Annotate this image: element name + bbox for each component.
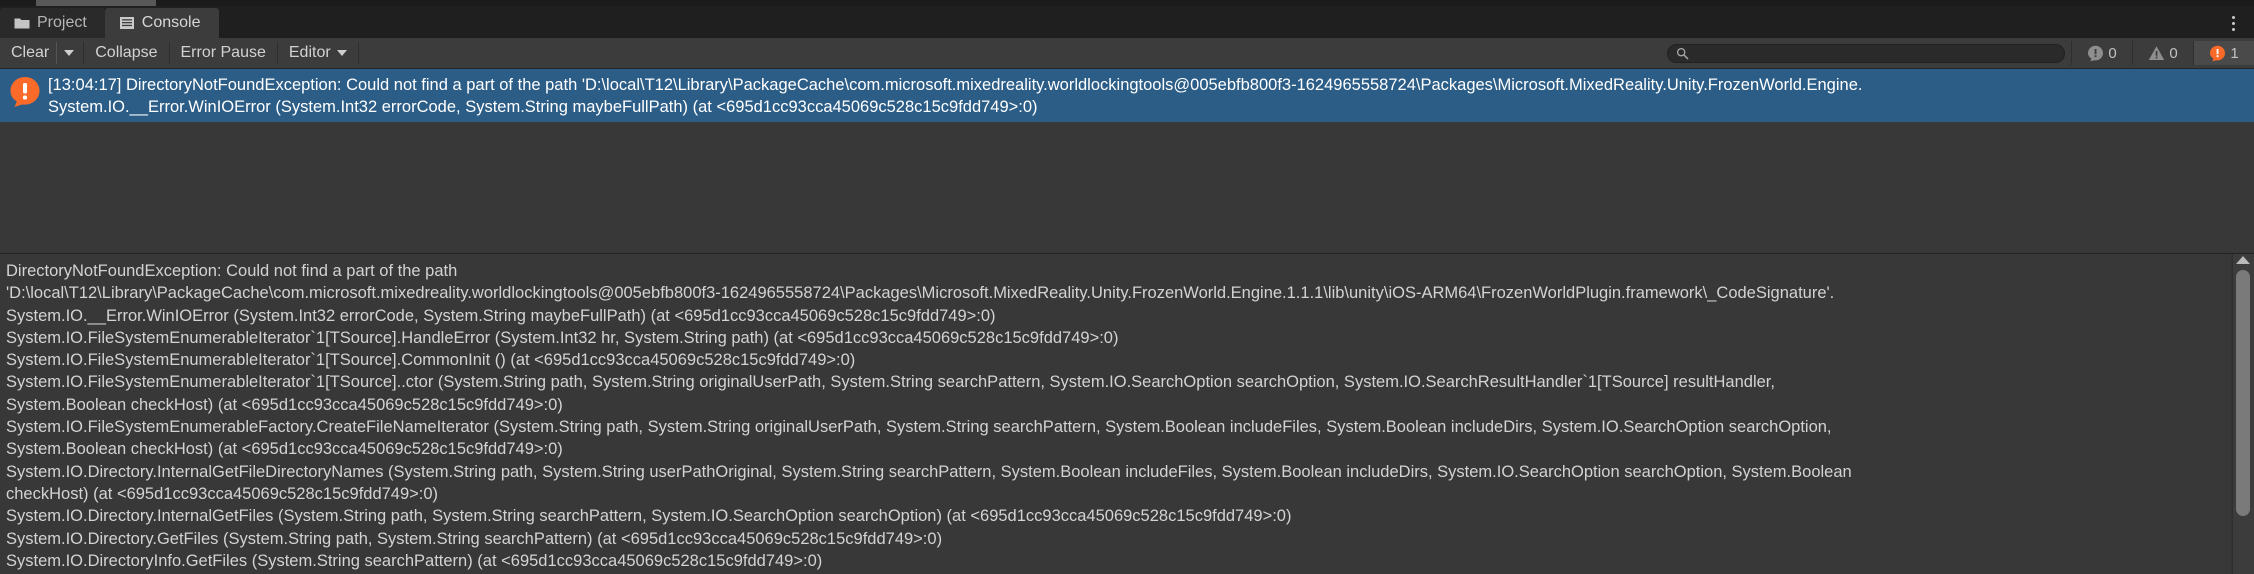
log-entry-line-1: [13:04:17] DirectoryNotFoundException: C… <box>48 76 1863 94</box>
stack-trace-line: System.IO.Directory.InternalGetFileDirec… <box>6 462 1852 481</box>
stack-trace-text[interactable]: DirectoryNotFoundException: Could not fi… <box>0 254 2231 574</box>
stack-trace-line: System.IO.__Error.WinIOError (System.Int… <box>6 306 996 325</box>
stack-trace-line: System.IO.FileSystemEnumerableIterator`1… <box>6 328 1119 347</box>
tab-bar: Project Console <box>0 6 2254 38</box>
clear-button[interactable]: Clear <box>0 42 58 64</box>
stack-trace-line: System.IO.FileSystemEnumerableFactory.Cr… <box>6 418 1832 437</box>
chevron-down-icon <box>64 50 75 56</box>
search-input[interactable] <box>1667 43 2065 63</box>
scrollbar-track-edge <box>2232 254 2233 574</box>
tab-project-label: Project <box>37 14 87 31</box>
stack-trace-line: System.IO.Directory.InternalGetFiles (Sy… <box>6 507 1292 526</box>
stack-trace-line: System.IO.FileSystemEnumerableIterator`1… <box>6 373 1775 392</box>
kebab-menu-icon[interactable] <box>2220 8 2246 38</box>
stack-trace-line: System.IO.DirectoryInfo.GetFiles (System… <box>6 551 823 570</box>
info-counter[interactable]: 0 <box>2071 41 2132 65</box>
error-count: 1 <box>2230 44 2239 62</box>
error-icon <box>2210 45 2226 61</box>
scroll-up-arrow-icon[interactable] <box>2236 256 2250 264</box>
clear-dropdown-button[interactable] <box>57 42 85 64</box>
unity-console-window: Project Console Clear Collapse Error Pau… <box>0 0 2254 574</box>
collapse-toggle[interactable]: Collapse <box>84 42 170 64</box>
stack-trace-line: DirectoryNotFoundException: Could not fi… <box>6 262 458 280</box>
stack-trace-line: System.IO.Directory.GetFiles (System.Str… <box>6 529 943 548</box>
stack-trace-line: 'D:\local\T12\Library\PackageCache\com.m… <box>6 284 1835 303</box>
console-detail-pane: DirectoryNotFoundException: Could not fi… <box>0 254 2254 574</box>
warning-count: 0 <box>2169 44 2178 62</box>
error-icon <box>10 77 40 107</box>
stack-trace-line: System.Boolean checkHost) (at <695d1cc93… <box>6 440 563 459</box>
scrollbar-thumb[interactable] <box>2236 270 2250 516</box>
detail-vertical-scrollbar[interactable] <box>2231 254 2254 574</box>
error-pause-toggle[interactable]: Error Pause <box>170 42 278 64</box>
info-count: 0 <box>2108 44 2117 62</box>
chevron-down-icon <box>336 50 347 56</box>
console-icon <box>119 17 134 29</box>
warning-counter[interactable]: 0 <box>2132 41 2193 65</box>
log-entry-text: [13:04:17] DirectoryNotFoundException: C… <box>48 73 2254 118</box>
stack-trace-line: System.IO.FileSystemEnumerableIterator`1… <box>6 351 856 370</box>
search-field[interactable] <box>1667 43 2065 63</box>
log-entry-line-2: System.IO.__Error.WinIOError (System.Int… <box>48 98 1038 116</box>
log-entry-row-selected[interactable]: [13:04:17] DirectoryNotFoundException: C… <box>0 69 2254 122</box>
stack-trace-line: checkHost) (at <695d1cc93cca45069c528c15… <box>6 484 439 503</box>
info-icon <box>2088 45 2104 61</box>
folder-icon <box>14 18 30 29</box>
tab-project[interactable]: Project <box>0 8 105 38</box>
console-toolbar: Clear Collapse Error Pause Editor 0 0 1 <box>0 38 2254 69</box>
tab-bar-spacer <box>218 8 2220 38</box>
error-counter[interactable]: 1 <box>2193 41 2254 65</box>
warning-icon <box>2149 45 2165 60</box>
tab-console-label: Console <box>141 14 201 31</box>
console-log-list[interactable]: [13:04:17] DirectoryNotFoundException: C… <box>0 69 2254 254</box>
tab-console[interactable]: Console <box>104 8 219 38</box>
stack-trace-line: System.Boolean checkHost) (at <695d1cc93… <box>6 395 563 414</box>
editor-dropdown-label: Editor <box>288 44 331 61</box>
editor-dropdown-button[interactable]: Editor <box>278 42 359 64</box>
